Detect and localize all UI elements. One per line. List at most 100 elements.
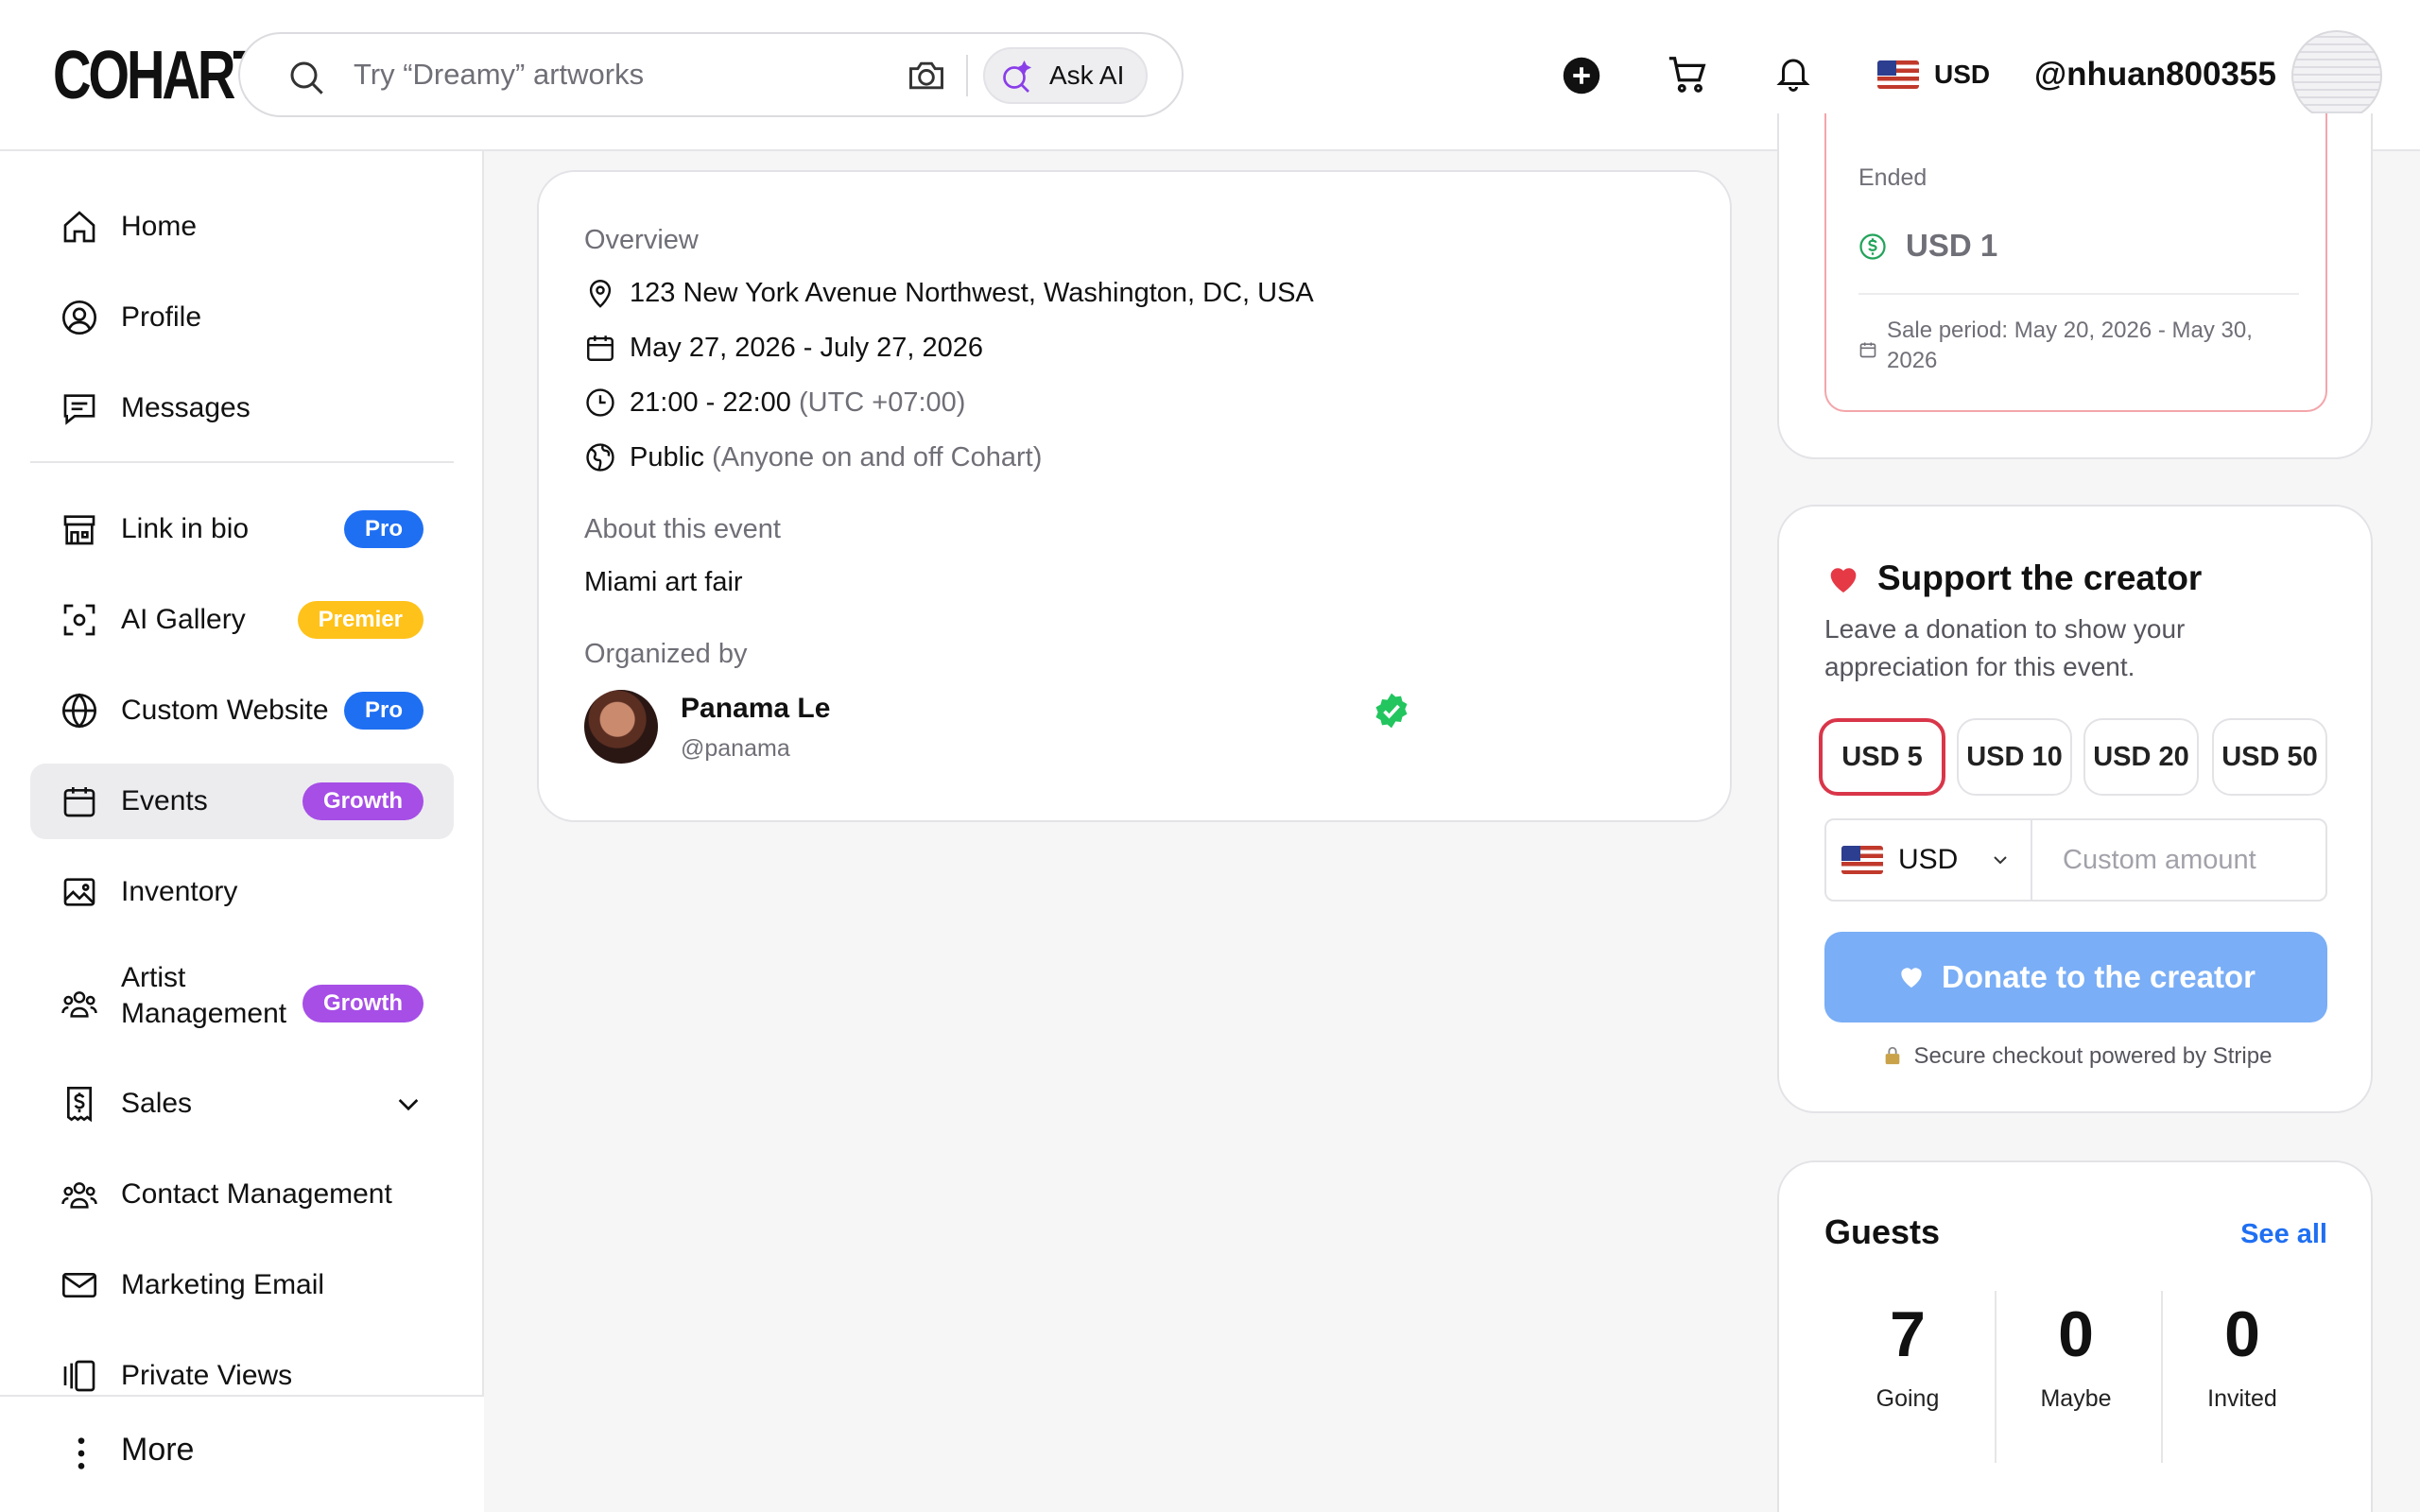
image-icon xyxy=(63,878,95,906)
us-flag-icon[interactable] xyxy=(1877,60,1919,89)
chevron-down-icon xyxy=(1994,856,2007,865)
cart-icon[interactable] xyxy=(1666,53,1709,96)
ticket-item[interactable]: Ended USD 1 Sale period: May 20, 2026 - … xyxy=(1824,113,2327,412)
lock-icon xyxy=(1885,1046,1899,1064)
heart-icon xyxy=(1830,568,1857,593)
guests-title: Guests xyxy=(1824,1212,1941,1251)
notification-bell-icon[interactable] xyxy=(1773,53,1813,94)
sidebar-item-label: Custom Website xyxy=(121,695,329,726)
overview-heading: Overview xyxy=(584,225,699,255)
organizer-handle: @panama xyxy=(681,735,790,762)
time-text: 21:00 - 22:00 (UTC +07:00) xyxy=(630,382,965,423)
invited-count: 0 xyxy=(2224,1298,2260,1370)
address-text: 123 New York Avenue Northwest, Washingto… xyxy=(630,278,1314,308)
amount-usd-50-button[interactable]: USD 50 xyxy=(2212,718,2327,796)
calendar-icon xyxy=(587,335,614,361)
secure-checkout-text: Secure checkout powered by Stripe xyxy=(1913,1043,2273,1069)
heart-icon xyxy=(1901,968,1922,988)
pro-badge: Pro xyxy=(343,510,424,548)
time-value: 21:00 - 22:00 xyxy=(630,387,791,418)
amount-usd-20-button[interactable]: USD 20 xyxy=(2083,718,2199,796)
custom-amount-input[interactable] xyxy=(2034,820,2325,900)
calendar-icon xyxy=(63,787,95,817)
visibility-text: Public (Anyone on and off Cohart) xyxy=(630,437,1042,478)
amount-usd-10-button[interactable]: USD 10 xyxy=(1957,718,2072,796)
sidebar-item-marketing-email[interactable]: Marketing Email xyxy=(30,1247,454,1323)
see-all-guests-link[interactable]: See all xyxy=(2240,1215,2327,1253)
contacts-group-icon xyxy=(61,1182,97,1209)
maybe-label: Maybe xyxy=(2040,1385,2112,1412)
maybe-count: 0 xyxy=(2058,1298,2094,1370)
add-circle-icon[interactable] xyxy=(1562,56,1601,95)
sidebar-item-sales[interactable]: Sales xyxy=(30,1066,454,1142)
profile-icon xyxy=(62,301,96,335)
about-heading: About this event xyxy=(584,514,781,544)
ask-ai-label: Ask AI xyxy=(1049,60,1125,90)
guests-card: Guests See all 7 Going 0 Maybe 0 Invited xyxy=(1777,1160,2373,1512)
organizer-avatar[interactable] xyxy=(584,690,658,764)
sidebar-item-custom-website[interactable]: Custom Website Pro xyxy=(30,673,454,748)
growth-badge: Growth xyxy=(302,985,424,1022)
ticket-card: Ended USD 1 Sale period: May 20, 2026 - … xyxy=(1777,113,2373,459)
sidebar-item-artist-management[interactable]: Artist Management Growth xyxy=(30,958,454,1049)
sidebar-item-events[interactable]: Events Growth xyxy=(30,764,454,839)
sidebar-item-label: Events xyxy=(121,785,208,816)
ai-sparkle-search-icon xyxy=(1003,60,1032,93)
ai-gallery-scan-icon xyxy=(63,604,95,636)
chevron-down-icon[interactable] xyxy=(393,1089,424,1119)
custom-amount-row: USD xyxy=(1824,818,2327,902)
currency-selector[interactable]: USD xyxy=(1934,57,1990,93)
user-avatar[interactable] xyxy=(2291,30,2382,121)
guest-stat-going[interactable]: 7 Going xyxy=(1824,1291,1991,1416)
ticket-price: USD 1 xyxy=(1906,228,1998,263)
dates-text: May 27, 2026 - July 27, 2026 xyxy=(630,333,984,363)
storefront-icon xyxy=(63,515,95,545)
sidebar-item-contact-management[interactable]: Contact Management xyxy=(30,1157,454,1232)
sidebar-item-link-in-bio[interactable]: Link in bio Pro xyxy=(30,491,454,567)
guest-stat-invited[interactable]: 0 Invited xyxy=(2159,1291,2325,1416)
sidebar-divider xyxy=(30,461,454,463)
organizer-name[interactable]: Panama Le xyxy=(681,690,830,728)
event-overview-card: Overview 123 New York Avenue Northwest, … xyxy=(537,170,1732,822)
clock-icon xyxy=(586,388,614,417)
username[interactable]: @nhuan800355 xyxy=(2034,53,2276,96)
donate-button-label: Donate to the creator xyxy=(1942,959,2256,994)
currency-dropdown[interactable]: USD xyxy=(1826,820,2032,900)
sidebar-item-label: Inventory xyxy=(121,876,238,907)
search-input[interactable]: Try “Dreamy” artworks xyxy=(354,34,644,115)
visibility-note: (Anyone on and off Cohart) xyxy=(712,442,1043,472)
email-icon xyxy=(62,1273,96,1297)
sidebar-item-label: Sales xyxy=(121,1088,193,1119)
pro-badge: Pro xyxy=(343,692,424,730)
dollar-circle-icon xyxy=(1859,233,1886,260)
sidebar-item-label: Messages xyxy=(121,392,251,423)
private-views-icon xyxy=(63,1360,95,1392)
camera-icon[interactable] xyxy=(906,55,947,96)
cohart-logo[interactable]: COHART xyxy=(53,42,266,110)
sidebar-item-label: AI Gallery xyxy=(121,604,246,635)
invited-label: Invited xyxy=(2207,1385,2277,1412)
sidebar-item-home[interactable]: Home xyxy=(30,189,454,265)
sidebar-item-label: Contact Management xyxy=(121,1178,392,1210)
search-divider xyxy=(966,55,968,96)
sidebar-item-ai-gallery[interactable]: AI Gallery Premier xyxy=(30,582,454,658)
sidebar-item-profile[interactable]: Profile xyxy=(30,280,454,355)
guest-stat-maybe[interactable]: 0 Maybe xyxy=(1993,1291,2159,1416)
sidebar-item-label: Artist Management xyxy=(121,962,287,1029)
calendar-small-icon xyxy=(1859,342,1876,358)
currency-dropdown-label: USD xyxy=(1898,844,1959,875)
more-vertical-icon xyxy=(78,1437,85,1469)
ask-ai-button[interactable]: Ask AI xyxy=(983,47,1148,104)
amount-usd-5-button[interactable]: USD 5 xyxy=(1819,718,1945,796)
sale-period: Sale period: May 20, 2026 - May 30, 2026 xyxy=(1887,318,2253,373)
public-globe-icon xyxy=(586,443,614,472)
sidebar-item-messages[interactable]: Messages xyxy=(30,370,454,446)
donate-button[interactable]: Donate to the creator xyxy=(1824,932,2327,1022)
search-bar[interactable]: Try “Dreamy” artworks Ask AI xyxy=(238,32,1184,117)
dollar-document-icon xyxy=(67,1087,92,1123)
visibility-value: Public xyxy=(630,442,704,472)
messages-icon xyxy=(63,394,95,425)
sidebar: Home Profile Messages Link in bio Pro AI… xyxy=(0,151,484,1512)
sidebar-item-inventory[interactable]: Inventory xyxy=(30,854,454,930)
sidebar-more[interactable]: More xyxy=(0,1395,484,1512)
